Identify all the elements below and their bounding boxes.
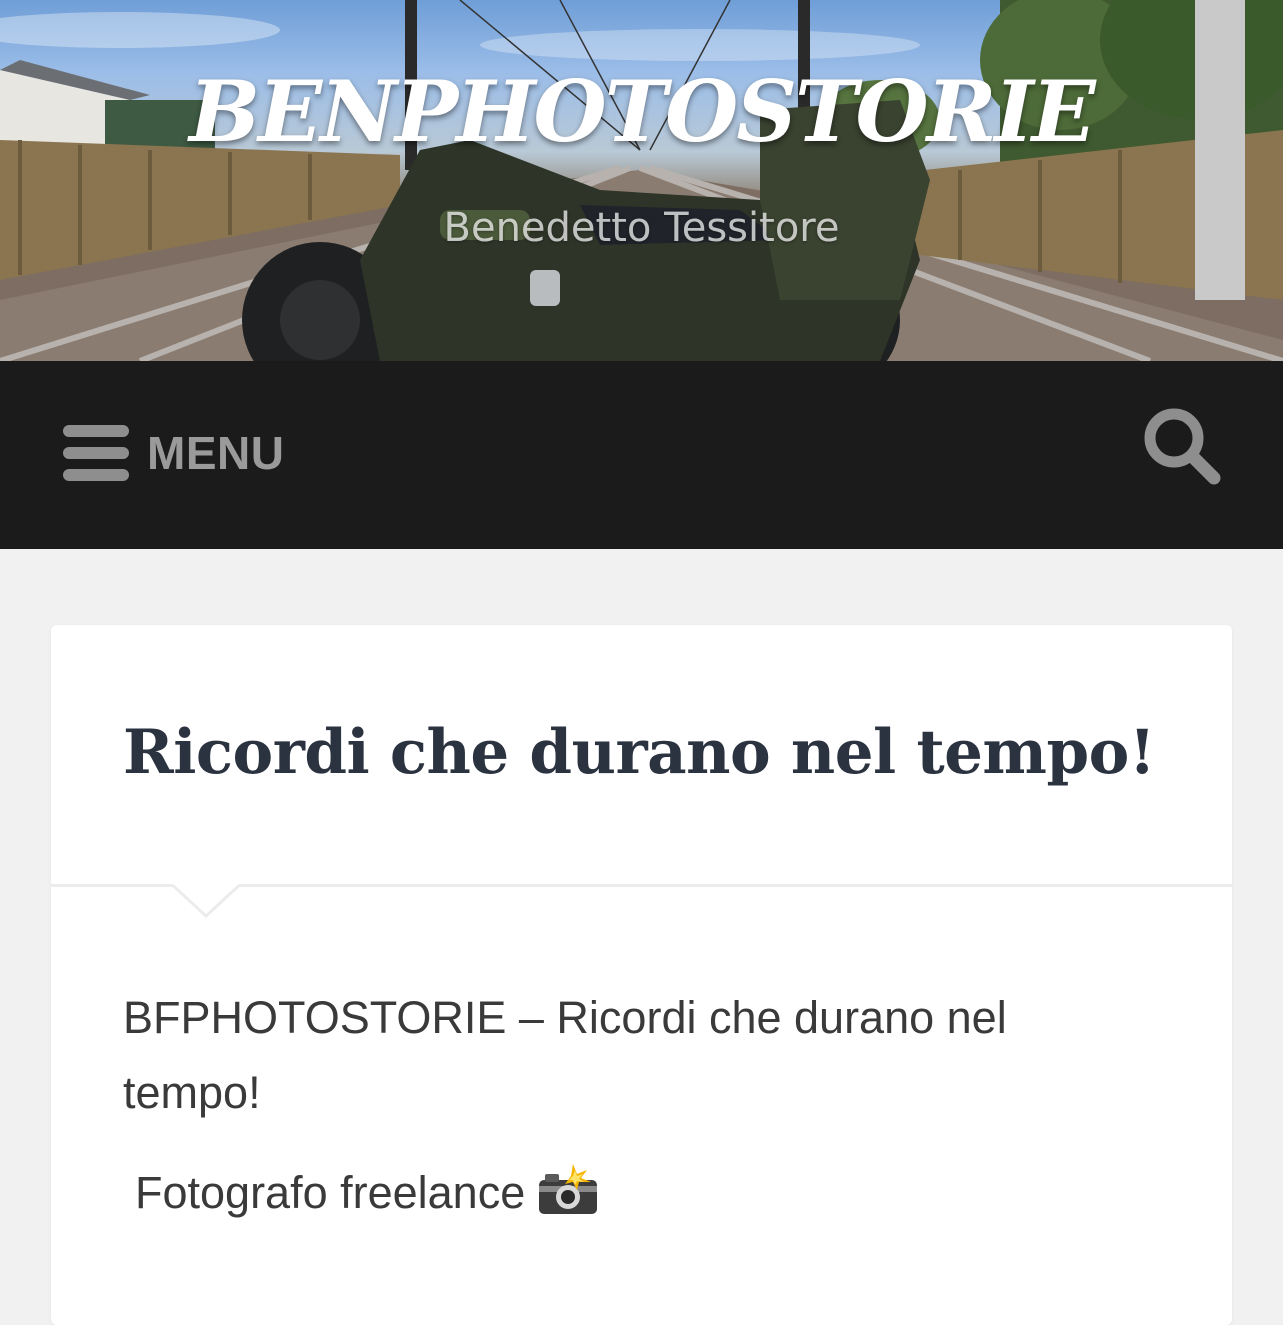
site-title[interactable]: BENPHOTOSTORIE: [0, 62, 1283, 161]
hamburger-icon: [63, 425, 129, 481]
post-paragraph: BFPHOTOSTORIE – Ricordi che durano nel t…: [123, 992, 1007, 1118]
camera-with-flash-icon: [539, 1164, 598, 1214]
site-tagline: Benedetto Tessitore: [443, 205, 840, 251]
site-header: BENPHOTOSTORIE Benedetto Tessitore: [0, 0, 1283, 361]
header-background-image: [0, 0, 1283, 361]
main-navigation-bar: MENU: [0, 361, 1283, 549]
search-icon: [1144, 408, 1221, 485]
menu-label: MENU: [147, 427, 285, 479]
menu-toggle-button[interactable]: MENU: [63, 421, 284, 485]
post-card: Ricordi che durano nel tempo! BFPHOTOSTO…: [51, 625, 1232, 1325]
search-button[interactable]: [1140, 404, 1224, 488]
post-paragraph: Fotografo freelance: [123, 1155, 1123, 1230]
post-content: BFPHOTOSTORIE – Ricordi che durano nel t…: [123, 980, 1123, 1255]
post-paragraph-text: Fotografo freelance: [135, 1167, 526, 1218]
divider-notch: [173, 884, 239, 918]
post-title[interactable]: Ricordi che durano nel tempo!: [123, 717, 1156, 788]
